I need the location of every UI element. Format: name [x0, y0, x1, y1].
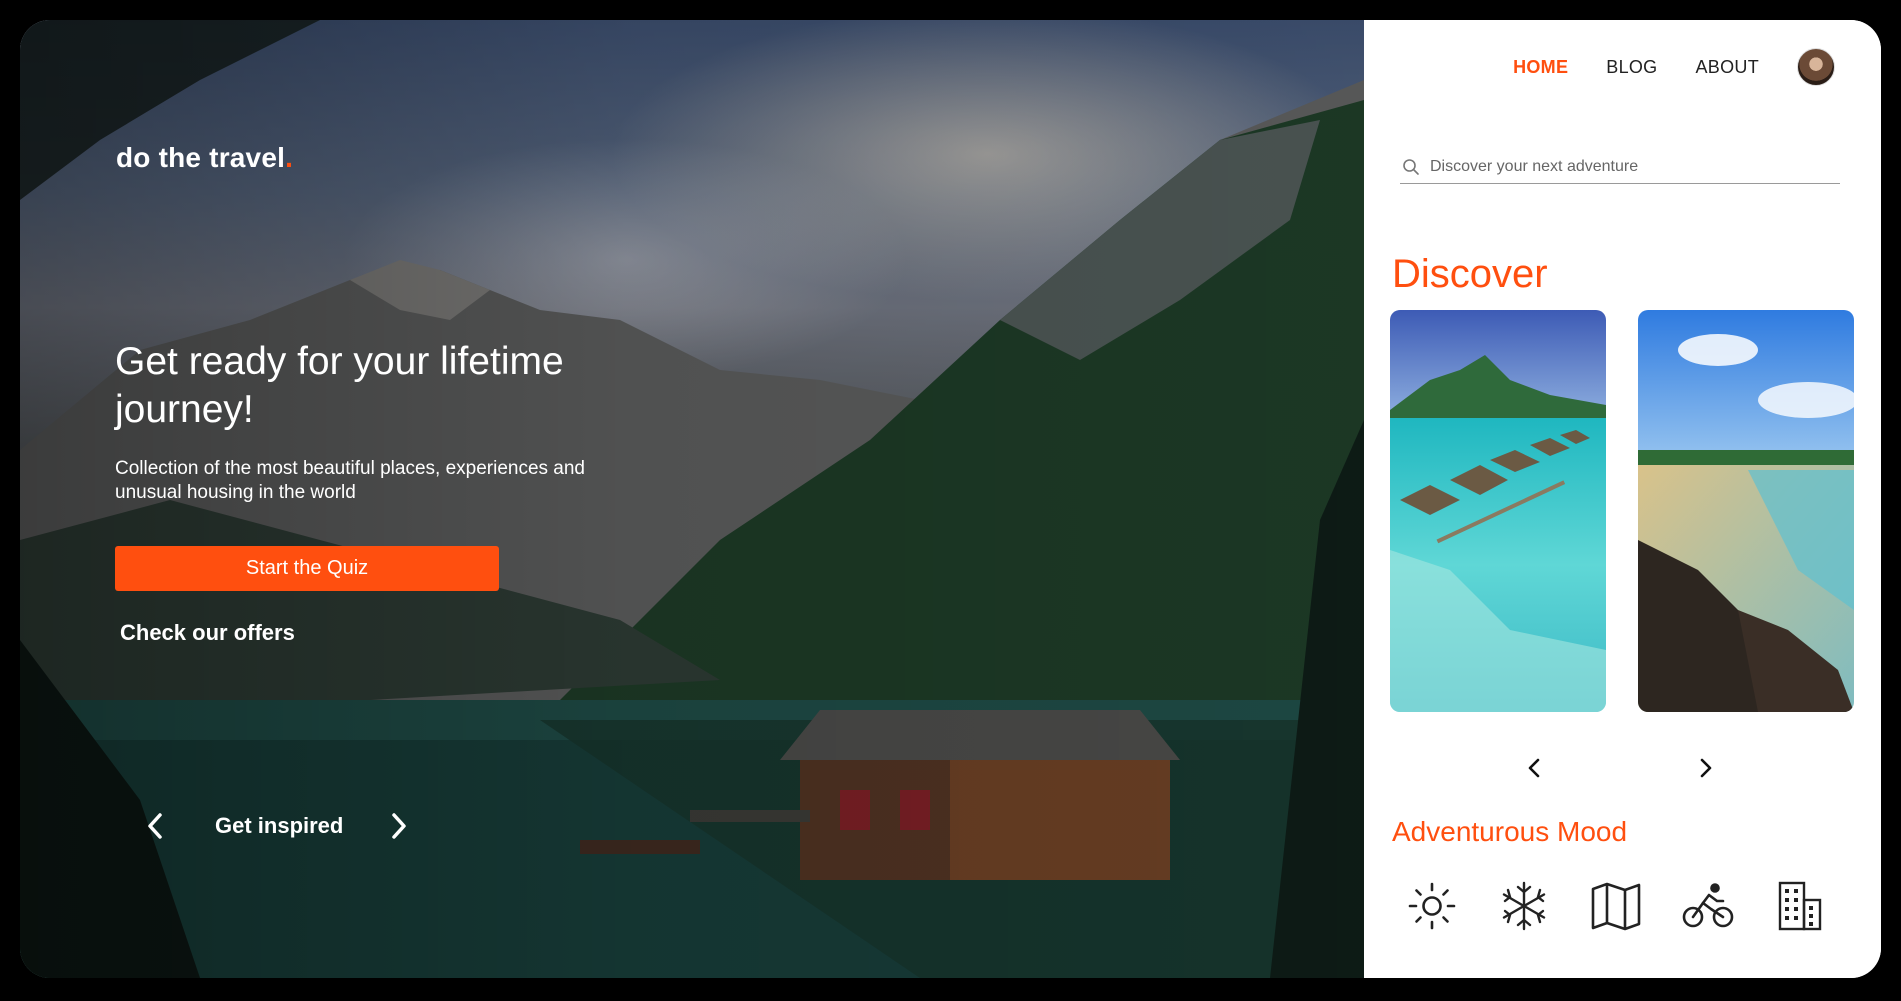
- top-nav: HOME BLOG ABOUT: [1475, 48, 1835, 86]
- map-icon[interactable]: [1588, 878, 1644, 934]
- get-inspired-label: Get inspired: [215, 813, 344, 838]
- nav-home[interactable]: HOME: [1513, 57, 1568, 78]
- chevron-left-icon[interactable]: [135, 806, 175, 846]
- chevron-right-icon[interactable]: [1686, 748, 1726, 788]
- hero-subline: Collection of the most beautiful places,…: [115, 458, 585, 503]
- destination-card-beach[interactable]: [1638, 310, 1854, 712]
- snowflake-icon[interactable]: [1496, 878, 1552, 934]
- search-input[interactable]: [1428, 157, 1832, 177]
- sun-icon[interactable]: [1404, 878, 1460, 934]
- chevron-left-icon[interactable]: [1514, 748, 1554, 788]
- nav-blog[interactable]: BLOG: [1606, 57, 1657, 78]
- check-offers-link[interactable]: Check our offers: [120, 620, 295, 646]
- nav-about[interactable]: ABOUT: [1695, 57, 1759, 78]
- brand-dot: .: [285, 142, 294, 173]
- beach-image: [1638, 310, 1854, 712]
- destination-card-overwater-bungalows[interactable]: [1390, 310, 1606, 712]
- hero-headline: Get ready for your lifetime journey!: [115, 340, 564, 431]
- app-frame: do the travel. Get ready for your lifeti…: [20, 20, 1881, 978]
- mood-icons: [1404, 878, 1864, 934]
- sidebar: HOME BLOG ABOUT Discover your next adven…: [1364, 20, 1881, 978]
- search-bar: [1400, 151, 1840, 184]
- search-icon: [1400, 156, 1422, 178]
- get-inspired-carousel: Get inspired: [135, 806, 419, 846]
- brand-name: do the travel: [116, 142, 286, 173]
- brand-logo[interactable]: do the travel.: [116, 142, 293, 174]
- avatar[interactable]: [1797, 48, 1835, 86]
- buildings-icon[interactable]: [1772, 878, 1828, 934]
- start-quiz-button[interactable]: Start the Quiz: [115, 546, 499, 591]
- chevron-right-icon[interactable]: [379, 806, 419, 846]
- discover-title: Discover: [1392, 252, 1548, 296]
- bungalows-image: [1390, 310, 1606, 712]
- hero-section: do the travel. Get ready for your lifeti…: [20, 20, 1364, 978]
- bicycle-icon[interactable]: [1680, 878, 1736, 934]
- adventurous-mood-title: Adventurous Mood: [1392, 816, 1628, 847]
